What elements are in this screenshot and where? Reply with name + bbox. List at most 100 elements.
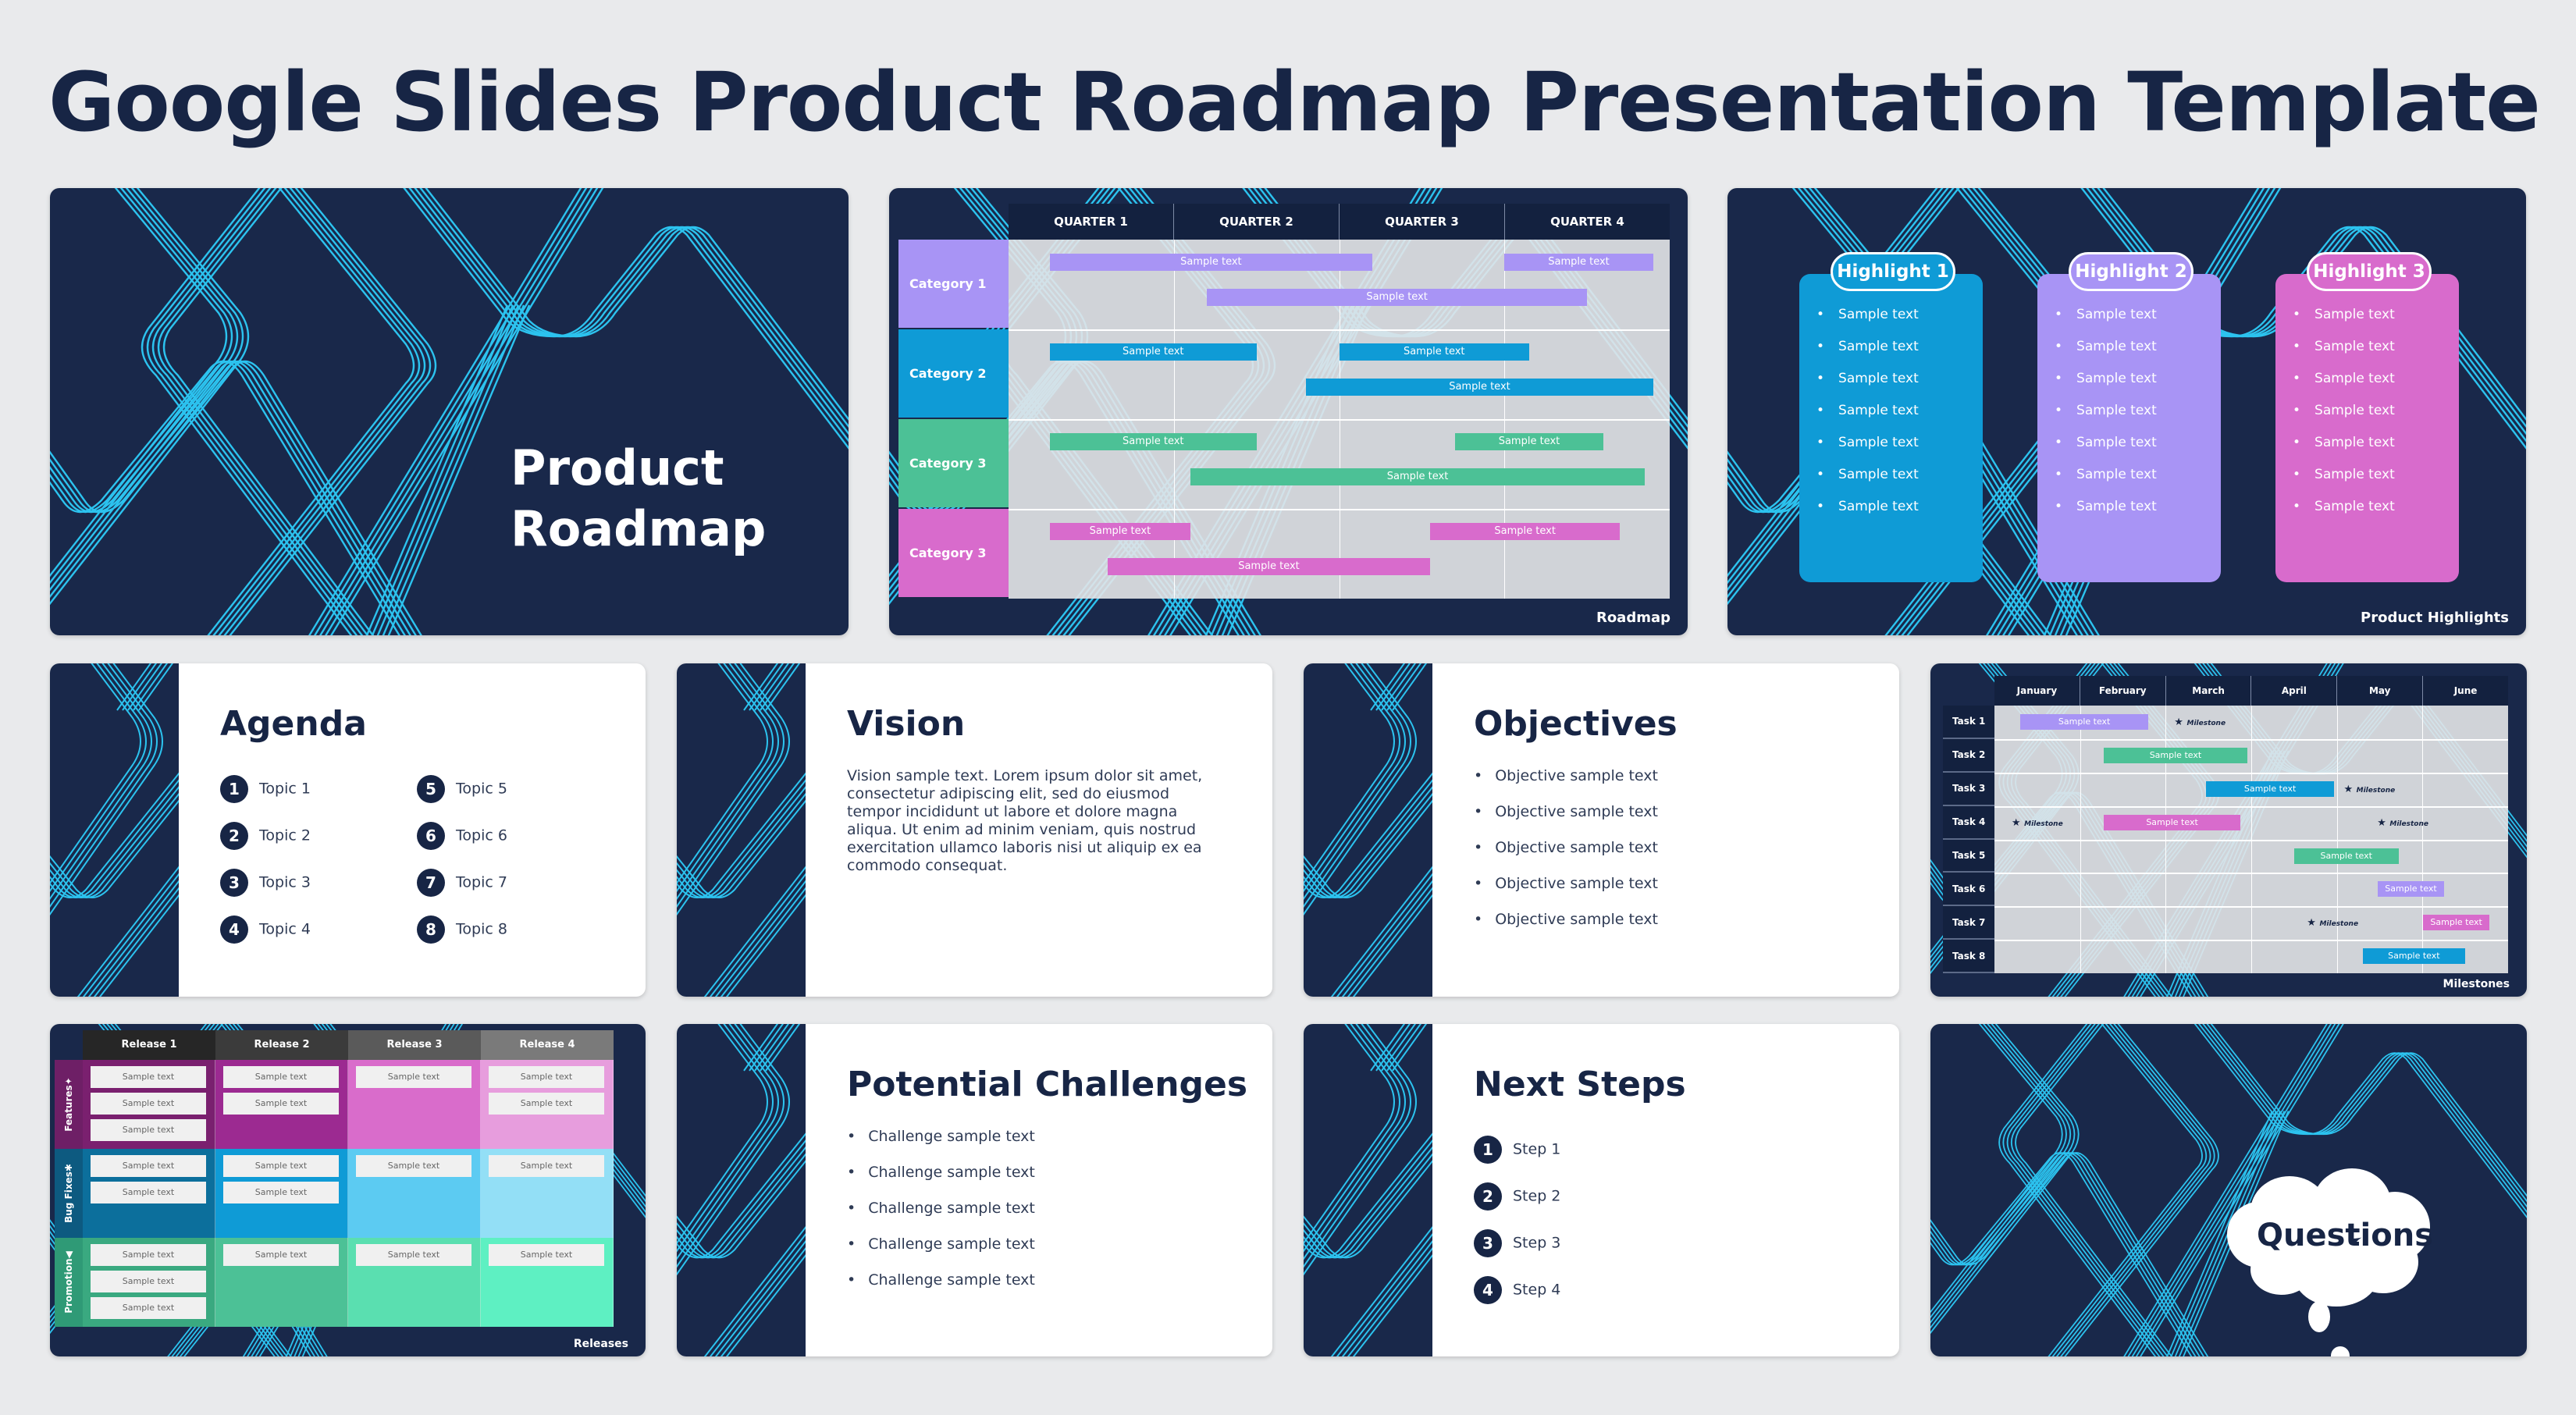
row-label-text: Bug Fixes xyxy=(63,1171,75,1223)
task-label: Task 5 xyxy=(1943,839,1994,873)
release-item-box[interactable]: Sample text xyxy=(91,1182,206,1203)
step-label: Step 4 xyxy=(1513,1281,1561,1299)
task-bar[interactable]: Sample text xyxy=(2423,915,2489,931)
slide-objectives[interactable]: Objectives Objective sample textObjectiv… xyxy=(1304,663,1899,997)
row-label-text: Promotion xyxy=(63,1258,75,1314)
release-item-box[interactable]: Sample text xyxy=(223,1155,339,1177)
grid-line xyxy=(1994,738,2508,741)
next-step: 4 Step 4 xyxy=(1474,1276,1560,1304)
task-label: Task 1 xyxy=(1943,706,1994,739)
roadmap-bar[interactable]: Sample text xyxy=(1049,523,1190,540)
roadmap-bar[interactable]: Sample text xyxy=(1207,289,1588,306)
highlight-item: Sample text xyxy=(2055,467,2157,499)
highlight-item: Sample text xyxy=(1816,467,1919,499)
release-item-box[interactable]: Sample text xyxy=(356,1244,471,1266)
task-bar[interactable]: Sample text xyxy=(2205,780,2335,797)
topic-label: Topic 5 xyxy=(456,780,507,798)
milestone-marker[interactable]: ★ Milestone xyxy=(2174,716,2226,728)
quarter-header-row: QUARTER 1 QUARTER 2 QUARTER 3 QUARTER 4 xyxy=(1009,204,1670,240)
release-item-box[interactable]: Sample text xyxy=(223,1066,339,1088)
release-item-box[interactable]: Sample text xyxy=(223,1244,339,1266)
roadmap-bar[interactable]: Sample text xyxy=(1454,433,1604,450)
task-bar[interactable]: Sample text xyxy=(2104,747,2247,763)
line-pattern-decoration xyxy=(50,188,849,635)
cover-title-line2: Roadmap xyxy=(511,500,767,557)
release-item-box[interactable]: Sample text xyxy=(91,1271,206,1292)
milestone-label: Milestone xyxy=(2186,720,2226,727)
number-badge-icon: 8 xyxy=(417,915,445,944)
roadmap-bar[interactable]: Sample text xyxy=(1049,254,1372,271)
milestone-marker[interactable]: ★ Milestone xyxy=(2307,917,2358,929)
slide-footer-label: Product Highlights xyxy=(2361,610,2509,626)
roadmap-bar[interactable]: Sample text xyxy=(1504,254,1653,271)
megaphone-icon: ◀ xyxy=(63,1251,75,1259)
release-item-box[interactable]: Sample text xyxy=(91,1155,206,1177)
roadmap-bar[interactable]: Sample text xyxy=(1339,343,1529,361)
milestone-marker[interactable]: ★ Milestone xyxy=(2377,817,2428,829)
category-label: Category 3 xyxy=(898,509,1009,597)
side-pattern-strip xyxy=(1304,663,1432,997)
quarter-header: QUARTER 4 xyxy=(1504,204,1670,240)
task-bar[interactable]: Sample text xyxy=(2104,814,2240,830)
slide-roadmap[interactable]: QUARTER 1 QUARTER 2 QUARTER 3 QUARTER 4 Cat… xyxy=(889,188,1688,635)
slide-potential-challenges[interactable]: Potential Challenges Challenge sample te… xyxy=(677,1024,1272,1356)
milestone-marker[interactable]: ★ Milestone xyxy=(2343,784,2395,795)
roadmap-bar[interactable]: Sample text xyxy=(1306,379,1653,396)
slide-title: Next Steps xyxy=(1474,1065,1686,1104)
release-item-box[interactable]: Sample text xyxy=(91,1093,206,1115)
release-item-box[interactable]: Sample text xyxy=(489,1244,604,1266)
highlight-items: Sample textSample textSample textSample … xyxy=(1816,307,1919,531)
slide-footer-label: Milestones xyxy=(2443,978,2510,990)
month-header: May xyxy=(2336,676,2422,706)
line-pattern-decoration xyxy=(677,663,806,997)
task-label: Task 2 xyxy=(1943,738,1994,773)
task-bar[interactable]: Sample text xyxy=(2362,948,2466,965)
slide-product-highlights[interactable]: Highlight 1Sample textSample textSample … xyxy=(1727,188,2526,635)
step-label: Step 2 xyxy=(1513,1187,1561,1205)
agenda-topic: 1 Topic 1 xyxy=(220,775,311,803)
release-item-box[interactable]: Sample text xyxy=(489,1093,604,1115)
roadmap-bar[interactable]: Sample text xyxy=(1108,558,1430,575)
roadmap-bar[interactable]: Sample text xyxy=(1049,433,1257,450)
task-label: Task 7 xyxy=(1943,906,1994,940)
task-bar[interactable]: Sample text xyxy=(2019,714,2149,730)
slide-title: Agenda xyxy=(220,704,367,744)
release-item-box[interactable]: Sample text xyxy=(356,1155,471,1177)
bullet-item: Objective sample text xyxy=(1474,767,1876,803)
highlight-items: Sample textSample textSample textSample … xyxy=(2293,307,2395,531)
slide-milestones[interactable]: January February March April May June Task 1T… xyxy=(1930,663,2527,997)
task-label: Task 4 xyxy=(1943,805,1994,840)
release-item-box[interactable]: Sample text xyxy=(223,1093,339,1115)
release-item-box[interactable]: Sample text xyxy=(489,1155,604,1177)
slide-releases[interactable]: Release 1 Release 2 Release 3 Release 4 Feat… xyxy=(50,1024,646,1356)
slide-next-steps[interactable]: Next Steps 1 Step 1 2 Step 2 3 Step 3 4 Step 4 xyxy=(1304,1024,1899,1356)
next-step: 3 Step 3 xyxy=(1474,1229,1560,1257)
release-item-box[interactable]: Sample text xyxy=(223,1182,339,1203)
release-item-box[interactable]: Sample text xyxy=(91,1119,206,1141)
release-item-box[interactable]: Sample text xyxy=(356,1066,471,1088)
roadmap-bar[interactable]: Sample text xyxy=(1429,523,1621,540)
slide-questions[interactable]: Questions xyxy=(1930,1024,2527,1356)
task-bar[interactable]: Sample text xyxy=(2378,881,2444,898)
side-pattern-strip xyxy=(1304,1024,1432,1356)
release-item-box[interactable]: Sample text xyxy=(489,1066,604,1088)
next-step: 1 Step 1 xyxy=(1474,1136,1560,1164)
milestone-marker[interactable]: ★ Milestone xyxy=(2012,817,2063,829)
topic-label: Topic 6 xyxy=(456,827,507,844)
roadmap-bar[interactable]: Sample text xyxy=(1049,343,1257,361)
slide-cover[interactable]: Product Roadmap xyxy=(50,188,849,635)
task-bar[interactable]: Sample text xyxy=(2293,848,2399,864)
month-header: January xyxy=(2016,685,2058,696)
release-item-box[interactable]: Sample text xyxy=(91,1297,206,1319)
highlight-item: Sample text xyxy=(2293,307,2395,339)
slide-vision[interactable]: Vision Vision sample text. Lorem ipsum d… xyxy=(677,663,1272,997)
roadmap-bar[interactable]: Sample text xyxy=(1190,468,1646,485)
highlight-item: Sample text xyxy=(2293,371,2395,403)
grid-line xyxy=(1009,329,1670,331)
task-label: Task 6 xyxy=(1943,873,1994,907)
slide-agenda[interactable]: Agenda 1 Topic 1 2 Topic 2 3 Topic 3 4 Topic 4 5… xyxy=(50,663,646,997)
star-icon: ★ xyxy=(2377,816,2390,829)
release-item-box[interactable]: Sample text xyxy=(91,1066,206,1088)
topic-label: Topic 2 xyxy=(259,827,311,844)
release-item-box[interactable]: Sample text xyxy=(91,1244,206,1266)
